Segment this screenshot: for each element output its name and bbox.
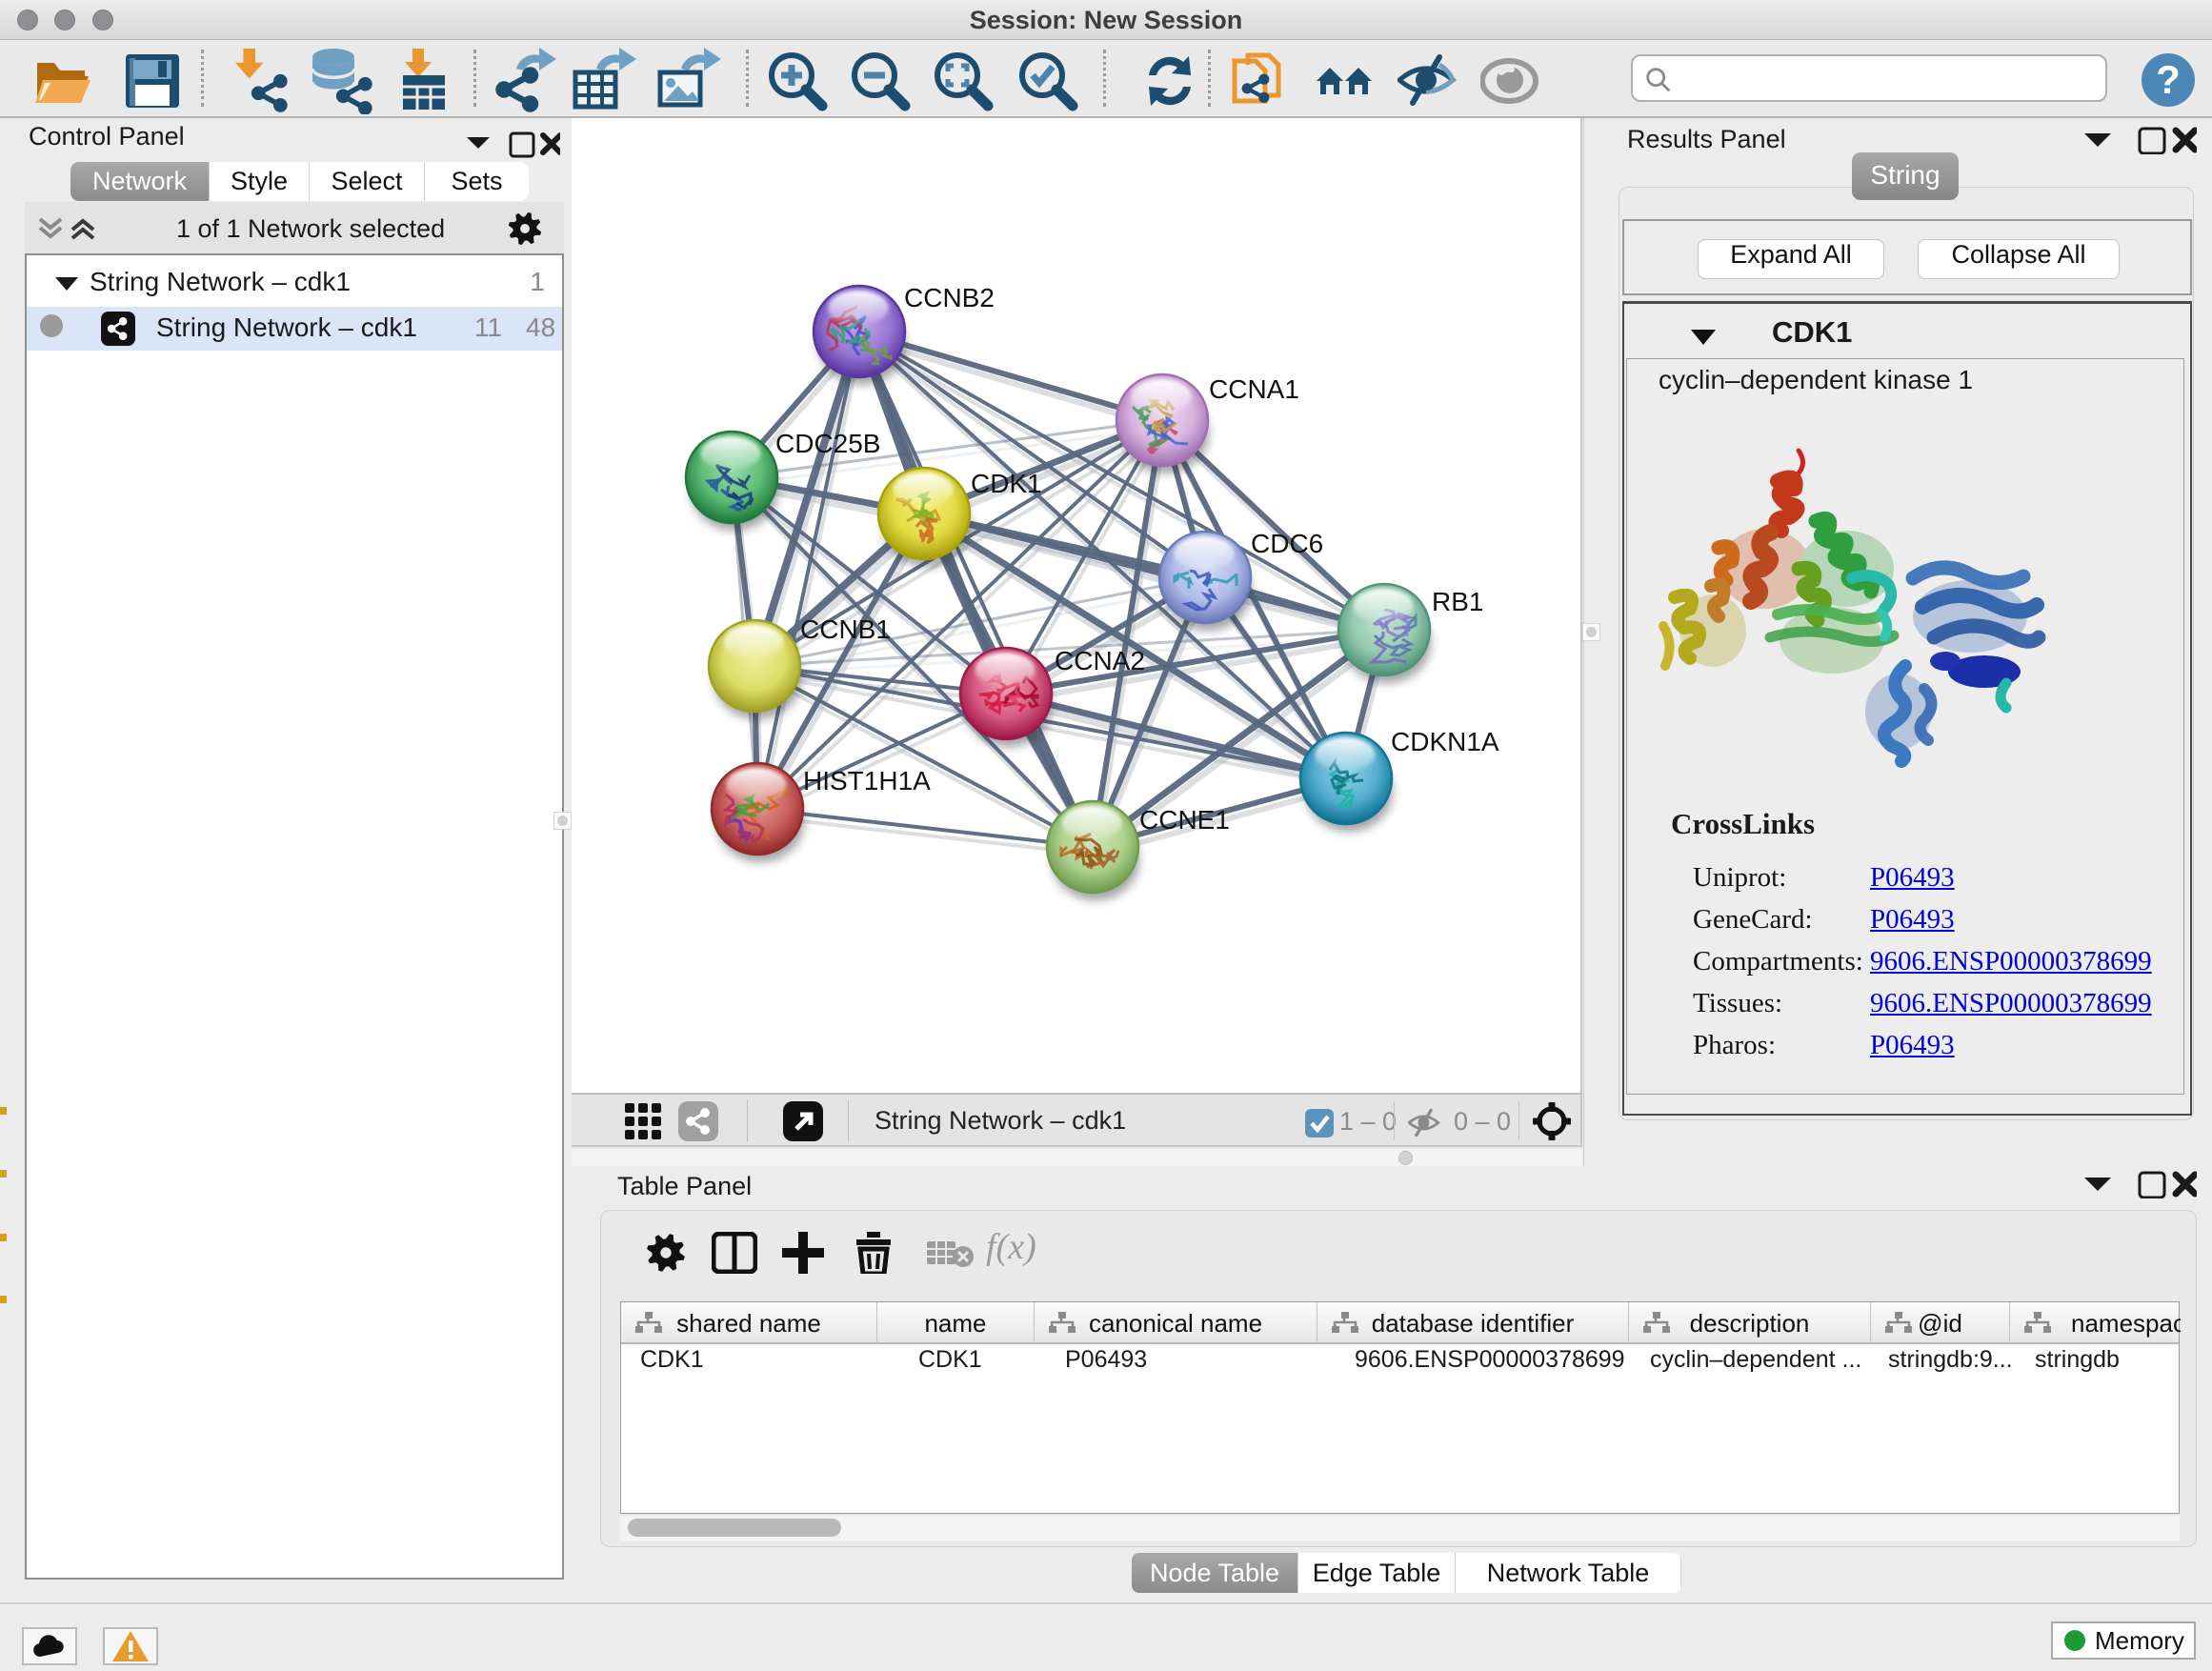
svg-text:CCNE1: CCNE1 (1139, 805, 1230, 835)
svg-text:CCNA2: CCNA2 (1055, 646, 1145, 675)
svg-text:RB1: RB1 (1432, 587, 1483, 616)
svg-text:CCNB1: CCNB1 (800, 614, 891, 644)
svg-text:CDC6: CDC6 (1251, 529, 1323, 558)
svg-text:CDC25B: CDC25B (775, 429, 880, 458)
svg-text:CCNA1: CCNA1 (1209, 374, 1299, 404)
svg-text:CCNB2: CCNB2 (904, 283, 995, 312)
svg-text:CDKN1A: CDKN1A (1391, 727, 1499, 756)
svg-text:HIST1H1A: HIST1H1A (803, 766, 931, 795)
svg-text:CDK1: CDK1 (971, 469, 1042, 498)
svg-text:?: ? (2156, 57, 2181, 102)
